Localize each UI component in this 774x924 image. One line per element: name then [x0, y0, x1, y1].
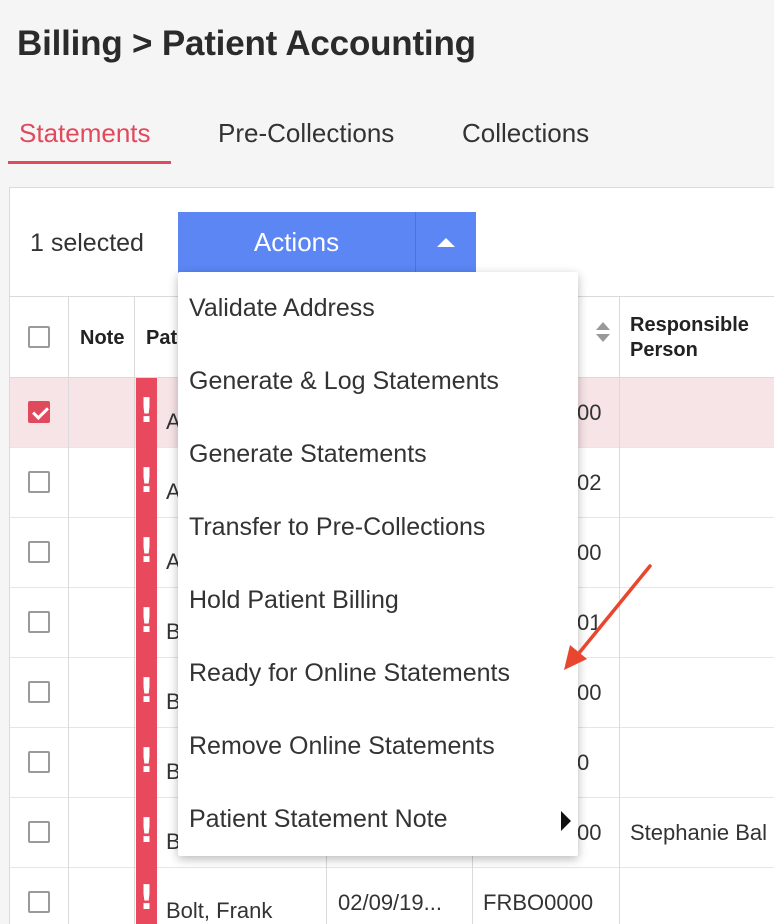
account-cell: 01	[577, 610, 602, 635]
menu-item-validate-address[interactable]: Validate Address	[189, 294, 375, 323]
tab-collections[interactable]: Collections	[462, 118, 589, 149]
actions-dropdown-toggle[interactable]	[415, 212, 476, 273]
alert-icon: !	[138, 741, 155, 781]
row-checkbox[interactable]	[28, 751, 50, 773]
account-cell: 02	[577, 470, 602, 495]
column-header-responsible-line1[interactable]: Responsible	[630, 314, 749, 337]
alert-icon: !	[138, 811, 155, 851]
column-divider	[68, 296, 69, 924]
responsible-person-cell: Stephanie Bal	[630, 820, 767, 845]
page-title: Billing > Patient Accounting	[17, 24, 476, 63]
row-checkbox[interactable]	[28, 891, 50, 913]
account-cell: 00	[577, 680, 602, 705]
tab-statements[interactable]: Statements	[19, 118, 151, 149]
column-header-responsible-line2[interactable]: Person	[630, 339, 698, 362]
active-tab-indicator	[8, 161, 171, 164]
alert-icon: !	[138, 461, 155, 501]
alert-icon: !	[138, 671, 155, 711]
alert-icon: !	[138, 391, 155, 431]
submenu-arrow-icon	[561, 811, 571, 831]
menu-item-generate-statements[interactable]: Generate Statements	[189, 440, 427, 469]
dob-cell: 02/09/19...	[338, 890, 442, 915]
row-checkbox[interactable]	[28, 821, 50, 843]
actions-menu: Validate Address Generate & Log Statemen…	[178, 272, 578, 856]
patient-name-cell[interactable]: Bolt, Frank	[166, 898, 272, 924]
sort-icon[interactable]	[596, 322, 610, 344]
alert-icon: !	[138, 531, 155, 571]
caret-up-icon	[437, 238, 455, 247]
menu-item-transfer-pre-collections[interactable]: Transfer to Pre-Collections	[189, 513, 485, 542]
menu-item-remove-online-statements[interactable]: Remove Online Statements	[189, 732, 495, 761]
column-header-patient[interactable]: Pat	[146, 327, 177, 350]
account-cell: 00	[577, 540, 602, 565]
column-header-note[interactable]: Note	[80, 327, 124, 350]
row-checkbox[interactable]	[28, 681, 50, 703]
tab-pre-collections[interactable]: Pre-Collections	[218, 118, 394, 149]
row-checkbox[interactable]	[28, 611, 50, 633]
account-cell: FRBO0000	[483, 890, 594, 915]
menu-item-hold-patient-billing[interactable]: Hold Patient Billing	[189, 586, 399, 615]
menu-item-ready-online-statements[interactable]: Ready for Online Statements	[189, 659, 510, 688]
account-cell: 00	[577, 400, 602, 425]
row-checkbox[interactable]	[28, 541, 50, 563]
column-divider	[619, 296, 620, 924]
menu-item-patient-statement-note[interactable]: Patient Statement Note	[189, 805, 447, 834]
menu-item-generate-log-statements[interactable]: Generate & Log Statements	[189, 367, 499, 396]
account-cell: 00	[577, 820, 602, 845]
account-cell: 0	[577, 750, 590, 775]
column-divider	[134, 296, 135, 924]
alert-icon: !	[138, 601, 155, 641]
row-checkbox[interactable]	[28, 471, 50, 493]
actions-button[interactable]: Actions	[178, 212, 415, 273]
row-checkbox[interactable]	[28, 401, 50, 423]
alert-icon: !	[138, 878, 155, 918]
select-all-checkbox[interactable]	[28, 326, 50, 348]
selected-count: 1 selected	[30, 229, 144, 257]
